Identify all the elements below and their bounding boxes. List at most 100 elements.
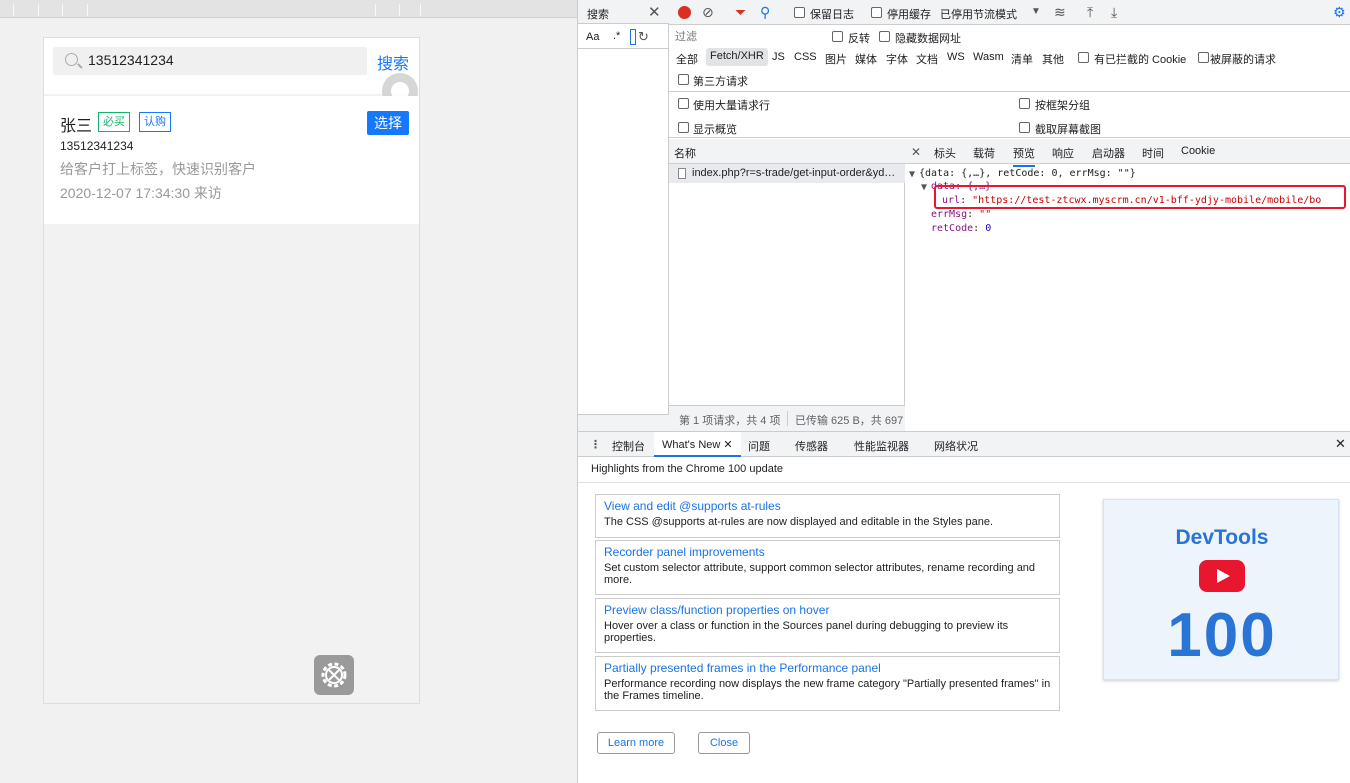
feature-title[interactable]: Partially presented frames in the Perfor… (604, 661, 1051, 675)
feature-title[interactable]: Recorder panel improvements (604, 545, 1051, 559)
type-fetch-xhr[interactable]: Fetch/XHR (706, 48, 768, 66)
refresh-icon[interactable]: ↻ (638, 29, 649, 45)
feature-title[interactable]: Preview class/function properties on hov… (604, 603, 1051, 617)
regex-toggle[interactable]: .* (613, 30, 620, 42)
tab-response[interactable]: 响应 (1052, 145, 1074, 161)
blocked-cookies-checkbox[interactable] (1078, 52, 1089, 63)
tab-console[interactable]: 控制台 (612, 438, 645, 454)
tab-network-conditions[interactable]: 网络状况 (934, 438, 978, 454)
drawer-tabs: ⋮ 控制台 What's New ✕ 问题 传感器 性能监视器 网络状况 ✕ (578, 432, 1350, 457)
type-js[interactable]: JS (772, 51, 785, 63)
disable-cache-checkbox[interactable] (871, 7, 882, 18)
group-by-frame-checkbox[interactable] (1019, 98, 1030, 109)
tab-timing[interactable]: 时间 (1142, 145, 1164, 161)
youtube-play-icon (1199, 560, 1245, 592)
type-img[interactable]: 图片 (825, 51, 847, 67)
request-row[interactable]: index.php?r=s-trade/get-input-order&yd… (669, 164, 905, 183)
tag-hint[interactable]: 给客户打上标签，快速识别客户 (60, 159, 256, 179)
type-ws[interactable]: WS (947, 51, 965, 63)
search-icon[interactable]: ⚲ (760, 4, 770, 20)
feature-card[interactable]: Preview class/function properties on hov… (595, 598, 1060, 653)
filter-row: 反转 隐藏数据网址 (669, 26, 1350, 46)
big-rows-checkbox[interactable] (678, 98, 689, 109)
promo-title: DevTools (1175, 526, 1269, 549)
blocked-requests-checkbox[interactable] (1198, 52, 1209, 63)
wifi-settings-icon[interactable]: ≋ (1054, 4, 1066, 20)
retcode-key: retCode (931, 223, 974, 234)
invert-checkbox[interactable] (832, 31, 843, 42)
overview-label: 显示概览 (693, 124, 737, 136)
type-other[interactable]: 其他 (1042, 51, 1064, 67)
tab-issues[interactable]: 问题 (748, 438, 770, 454)
tab-initiator[interactable]: 启动器 (1092, 145, 1125, 161)
tab-performance-monitor[interactable]: 性能监视器 (854, 438, 909, 454)
type-doc[interactable]: 文档 (916, 51, 938, 67)
preserve-log-label: 保留日志 (810, 9, 854, 21)
tag-must-buy: 必买 (98, 112, 130, 132)
preview-retcode: retCode: 0 (931, 223, 992, 234)
tab-whats-new[interactable]: What's New ✕ (654, 432, 741, 457)
close-drawer-icon[interactable]: ✕ (1335, 436, 1346, 452)
search-icon (65, 53, 78, 66)
feature-card[interactable]: Recorder panel improvements Set custom s… (595, 540, 1060, 595)
expand-triangle-icon[interactable]: ▼ (921, 182, 927, 193)
tab-payload[interactable]: 载荷 (973, 145, 995, 161)
type-font[interactable]: 字体 (886, 51, 908, 67)
search-tab[interactable]: 搜索 ✕ (578, 0, 669, 24)
download-icon[interactable]: ⤓ (1111, 4, 1117, 20)
chevron-down-icon[interactable]: ▼ (1031, 4, 1041, 20)
search-input[interactable]: 13512341234 (53, 47, 367, 75)
preserve-log-checkbox[interactable] (794, 7, 805, 18)
feature-card[interactable]: View and edit @supports at-rules The CSS… (595, 494, 1060, 538)
highlights-heading: Highlights from the Chrome 100 update (591, 463, 783, 475)
request-summary: 第 1 项请求，共 4 项 已传输 625 B，共 697 (669, 405, 905, 431)
type-media[interactable]: 媒体 (855, 51, 877, 67)
type-all[interactable]: 全部 (676, 51, 698, 67)
chrome-100-promo[interactable]: DevTools 100 (1103, 499, 1339, 680)
search-header: 13512341234 搜索 (44, 38, 419, 94)
feature-card[interactable]: Partially presented frames in the Perfor… (595, 656, 1060, 711)
throttle-select[interactable]: 已停用节流模式 (940, 6, 1017, 22)
settings-float-button[interactable] (314, 655, 354, 695)
feature-title[interactable]: View and edit @supports at-rules (604, 499, 1051, 513)
visit-time: 2020-12-07 17:34:30 来访 (60, 185, 222, 201)
search-button[interactable]: 搜索 (377, 50, 409, 74)
overview-checkbox[interactable] (678, 122, 689, 133)
learn-more-button[interactable]: Learn more (597, 732, 675, 754)
hide-data-urls-checkbox[interactable] (879, 31, 890, 42)
tab-sensors[interactable]: 传感器 (795, 438, 828, 454)
page-viewport: 13512341234 搜索 张三 必买 认购 选择 13512341234 给… (0, 0, 577, 783)
close-icon[interactable]: ✕ (911, 145, 921, 159)
hide-data-urls-label: 隐藏数据网址 (895, 33, 961, 45)
expand-triangle-icon[interactable]: ▼ (909, 169, 915, 180)
clear-icon[interactable]: ⊘ (702, 4, 714, 20)
drawer-menu-icon[interactable]: ⋮ (590, 438, 601, 451)
search-value: 13512341234 (88, 52, 174, 68)
devtools: 搜索 ✕ Aa .* ↻ ⊘ ⏷ ⚲ 保留日志 停用缓存 已停用节流模式 ▼ ≋… (577, 0, 1350, 783)
close-icon[interactable]: ✕ (723, 439, 732, 451)
filter-icon[interactable]: ⏷ (735, 4, 746, 20)
tab-headers[interactable]: 标头 (934, 145, 956, 161)
request-list-header[interactable]: 名称 (669, 139, 905, 164)
request-detail: ✕ 标头 载荷 预览 响应 启动器 时间 Cookie ▼ {data: {,…… (905, 139, 1350, 431)
select-button[interactable]: 选择 (367, 111, 409, 135)
type-css[interactable]: CSS (794, 51, 817, 63)
tab-preview[interactable]: 预览 (1013, 145, 1035, 167)
type-wasm[interactable]: Wasm (973, 51, 1004, 63)
gear-icon[interactable]: ⚙ (1333, 4, 1346, 20)
close-button[interactable]: Close (698, 732, 750, 754)
third-party-checkbox[interactable] (678, 74, 689, 85)
preview-root[interactable]: {data: {,…}, retCode: 0, errMsg: ""} (919, 168, 1136, 179)
search-panel: 搜索 ✕ Aa .* ↻ (578, 0, 669, 431)
type-manifest[interactable]: 清单 (1011, 51, 1033, 67)
search-field[interactable] (630, 29, 636, 45)
upload-icon[interactable]: ⤒ (1087, 4, 1093, 20)
big-rows-label: 使用大量请求行 (693, 100, 770, 112)
match-case-toggle[interactable]: Aa (586, 31, 599, 43)
tab-cookie[interactable]: Cookie (1181, 145, 1215, 157)
screenshots-checkbox[interactable] (1019, 122, 1030, 133)
filter-input[interactable] (669, 28, 819, 46)
record-icon[interactable] (678, 6, 691, 19)
customer-card[interactable]: 张三 必买 认购 选择 13512341234 给客户打上标签，快速识别客户 2… (44, 96, 419, 224)
close-icon[interactable]: ✕ (648, 3, 661, 21)
